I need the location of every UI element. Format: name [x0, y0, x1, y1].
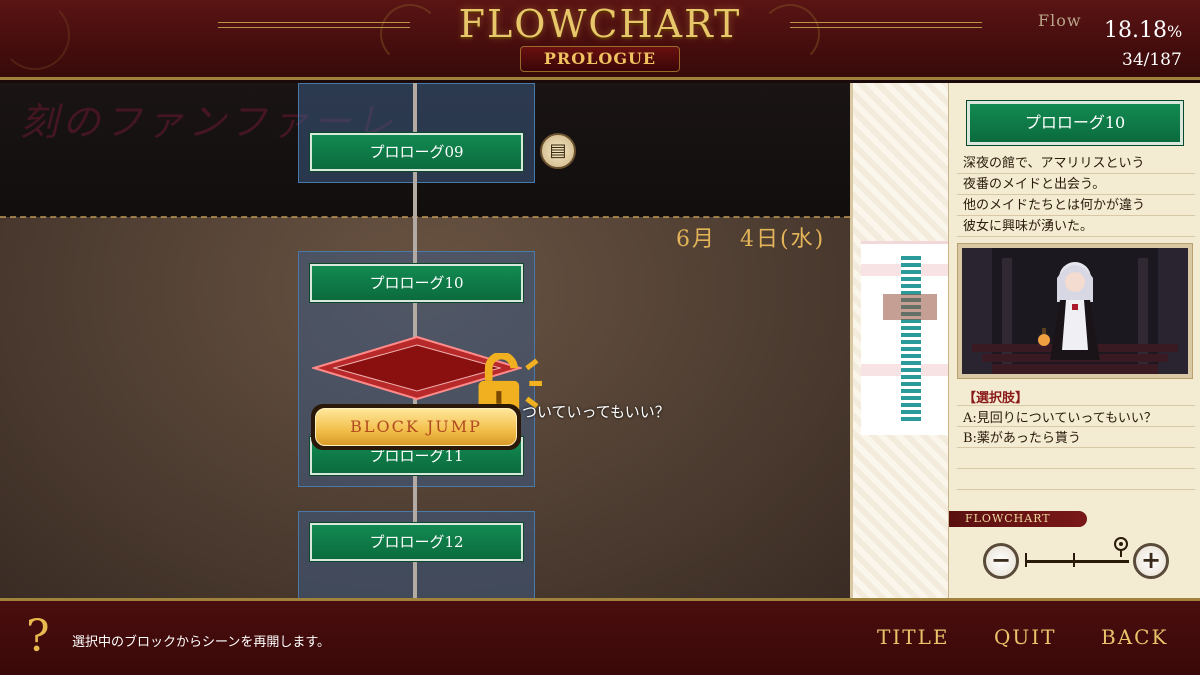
- flow-percentage: 18.18%: [1104, 18, 1182, 43]
- scene-title: プロローグ10: [966, 100, 1184, 146]
- title-button[interactable]: TITLE: [877, 625, 949, 649]
- description-line: 深夜の館で、アマリリスという: [963, 156, 1145, 171]
- choice-diamond[interactable]: [310, 335, 542, 414]
- description-line: 他のメイドたちとは何かが違う: [963, 198, 1146, 213]
- scene-info-panel: プロローグ10 深夜の館で、アマリリスという 夜番のメイドと出会う。 他のメイド…: [948, 83, 1200, 598]
- scene-node-prologue-10[interactable]: プロローグ10: [309, 263, 524, 303]
- scene-node-prologue-09[interactable]: プロローグ09: [309, 132, 524, 172]
- block-jump-label: BLOCK JUMP: [315, 408, 517, 446]
- description-line: 夜番のメイドと出会う。: [963, 177, 1106, 192]
- help-text: 選択中のブロックからシーンを再開します。: [72, 635, 331, 650]
- chapter-badge: PROLOGUE: [520, 46, 680, 72]
- flow-percentage-value: 18.18: [1104, 18, 1167, 43]
- block-jump-button[interactable]: BLOCK JUMP: [311, 404, 521, 450]
- chapter-label: PROLOGUE: [543, 49, 657, 68]
- zoom-tick: [1073, 553, 1075, 567]
- flowchart-zoom-label: FLOWCHART: [949, 511, 1087, 527]
- minimap[interactable]: [861, 241, 949, 435]
- quit-button[interactable]: QUIT: [994, 625, 1057, 649]
- footer-bar: ? 選択中のブロックからシーンを再開します。 TITLE QUIT BACK: [0, 598, 1200, 675]
- choice-header: 【選択肢】: [963, 391, 1029, 406]
- day-divider: [0, 216, 850, 218]
- flow-percentage-unit: %: [1166, 22, 1183, 41]
- ornament-swirl: [0, 0, 70, 70]
- zoom-slider-handle[interactable]: [1113, 537, 1129, 557]
- minimap-viewport[interactable]: [883, 294, 937, 320]
- zoom-slider-track[interactable]: [1025, 560, 1129, 563]
- header-bar: FLOWCHART PROLOGUE Flow 18.18% 34/187: [0, 0, 1200, 80]
- page-title: FLOWCHART: [458, 2, 742, 46]
- minimap-strip[interactable]: [850, 83, 949, 598]
- back-button[interactable]: BACK: [1101, 625, 1168, 649]
- scene-thumbnail: [957, 243, 1193, 379]
- zoom-in-button[interactable]: +: [1133, 543, 1169, 579]
- help-icon: ?: [26, 611, 50, 662]
- scene-node-prologue-12[interactable]: プロローグ12: [309, 522, 524, 562]
- zoom-tick: [1025, 553, 1027, 567]
- zoom-out-button[interactable]: −: [983, 543, 1019, 579]
- minimap-nodes: [901, 256, 921, 424]
- flow-count: 34/187: [1122, 50, 1182, 70]
- flow-label: Flow: [1038, 11, 1082, 30]
- description-line: 彼女に興味が湧いた。: [963, 219, 1094, 234]
- document-icon[interactable]: ▤: [540, 133, 576, 169]
- scene-illustration: [962, 248, 1188, 374]
- choice-option-a: A:見回りについていってもいい？: [963, 411, 1157, 426]
- date-label: 6月 4日(水): [676, 227, 826, 252]
- choice-hover-text: ついていってもいい？: [522, 403, 670, 421]
- scene-description: 深夜の館で、アマリリスという 夜番のメイドと出会う。 他のメイドたちとは何かが違…: [963, 153, 1199, 237]
- choice-option-b: B:薬があったら貰う: [963, 431, 1081, 446]
- flowchart-canvas[interactable]: 刻のファンファーレ 6月 4日(水) プロローグ09 ▤ プロローグ10 プロロ…: [0, 83, 850, 598]
